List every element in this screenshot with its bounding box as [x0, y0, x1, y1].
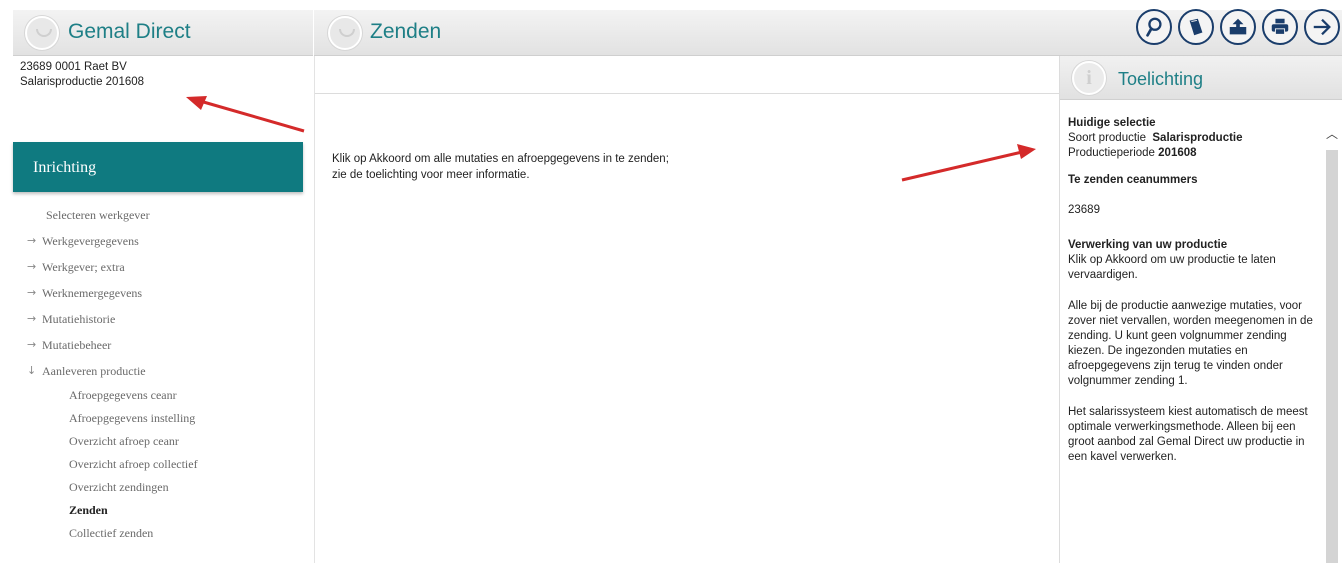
nav-item-label: Werkgevergegevens: [42, 234, 139, 248]
section-header-inrichting[interactable]: Inrichting: [13, 142, 303, 192]
send-block: Te zenden ceanummers 23689: [1068, 173, 1320, 218]
next-button[interactable]: [1304, 9, 1340, 45]
nav-item-label: Mutatiehistorie: [42, 312, 116, 326]
arrow-right-icon: →: [27, 338, 37, 351]
product-type-value: Salarisproductie: [1152, 132, 1243, 144]
info-icon: i: [1072, 61, 1106, 95]
paragraph-3: Het salarissysteem kiest automatisch de …: [1068, 406, 1308, 463]
nav-item-label: Werknemergegevens: [42, 286, 143, 300]
nav-item-mutatiehistorie[interactable]: → Mutatiehistorie: [13, 306, 313, 332]
scrollbar-thumb[interactable]: [1326, 150, 1338, 563]
scroll-up-icon[interactable]: ︿: [1326, 128, 1338, 140]
product-type-label: Soort productie: [1068, 132, 1146, 144]
book-button[interactable]: [1178, 9, 1214, 45]
nav-item-werkgevergegevens[interactable]: → Werkgevergegevens: [13, 228, 313, 254]
page-logo-icon: [328, 16, 362, 50]
processing-text: Klik op Akkoord om uw productie te laten…: [1068, 254, 1276, 281]
upload-icon: [1229, 18, 1247, 35]
app-logo-icon: [25, 16, 59, 50]
print-button[interactable]: [1262, 9, 1298, 45]
period-label: Productieperiode: [1068, 147, 1155, 159]
explanation-scrollbar[interactable]: ︿: [1324, 128, 1340, 563]
company-line: 23689 0001 Raet BV: [20, 61, 127, 73]
company-info: 23689 0001 Raet BV Salarisproductie 2016…: [20, 60, 144, 90]
instruction-text: Klik op Akkoord om alle mutaties en afro…: [332, 151, 669, 183]
book-icon: [1189, 18, 1203, 36]
instruction-line-1: Klik op Akkoord om alle mutaties en afro…: [332, 153, 669, 165]
arrow-right-icon: →: [27, 286, 37, 299]
sub-item-overzicht-afroep-collectief[interactable]: Overzicht afroep collectief: [13, 453, 313, 476]
nav-item-werkgever-extra[interactable]: → Werkgever; extra: [13, 254, 313, 280]
nav-item-label: Selecteren werkgever: [46, 208, 150, 222]
nav-item-label: Werkgever; extra: [42, 260, 125, 274]
left-panel: 23689 0001 Raet BV Salarisproductie 2016…: [13, 56, 313, 563]
main-content: Klik op Akkoord om alle mutaties en afro…: [315, 56, 1059, 563]
nav-item-label: Aanleveren productie: [42, 364, 146, 378]
sub-item-overzicht-zendingen[interactable]: Overzicht zendingen: [13, 476, 313, 499]
nav-item-aanleveren-productie[interactable]: ↓ Aanleveren productie: [13, 358, 313, 384]
nav-item-werknemergegevens[interactable]: → Werknemergegevens: [13, 280, 313, 306]
upload-button[interactable]: [1220, 9, 1256, 45]
nav-item-selecteren-werkgever[interactable]: Selecteren werkgever: [13, 202, 313, 228]
nav-item-label: Mutatiebeheer: [42, 338, 112, 352]
sub-item-zenden[interactable]: Zenden: [13, 499, 313, 522]
arrow-right-icon: →: [27, 260, 37, 273]
content-separator: [315, 93, 1059, 94]
processing-heading: Verwerking van uw productie: [1068, 239, 1228, 251]
app-title: Gemal Direct: [68, 20, 191, 43]
current-selection-heading: Huidige selectie: [1068, 117, 1156, 129]
nav-menu: Selecteren werkgever → Werkgevergegevens…: [13, 202, 313, 545]
arrow-right-icon: →: [27, 234, 37, 247]
arrow-down-icon: ↓: [27, 364, 37, 377]
section-title: Inrichting: [33, 159, 97, 176]
explanation-panel: i Toelichting Huidige selectie Soort pro…: [1059, 56, 1342, 563]
nav-item-mutatiebeheer[interactable]: → Mutatiebeheer: [13, 332, 313, 358]
send-heading: Te zenden ceanummers: [1068, 174, 1198, 186]
sub-item-afroepgegevens-instelling[interactable]: Afroepgegevens instelling: [13, 407, 313, 430]
sub-item-overzicht-afroep-ceanr[interactable]: Overzicht afroep ceanr: [13, 430, 313, 453]
processing-block: Verwerking van uw productie Klik op Akko…: [1068, 238, 1320, 283]
print-icon: [1271, 18, 1289, 35]
arrow-right-icon: →: [27, 312, 37, 325]
explanation-title: Toelichting: [1118, 69, 1204, 89]
toolbar: [1136, 9, 1340, 45]
page-title: Zenden: [370, 20, 442, 43]
instruction-line-2: zie de toelichting voor meer informatie.: [332, 169, 530, 181]
search-button[interactable]: [1136, 9, 1172, 45]
search-icon: [1146, 17, 1162, 37]
app-header: Gemal Direct: [13, 10, 313, 56]
paragraph-2: Alle bij de productie aanwezige mutaties…: [1068, 300, 1313, 387]
explanation-body: Huidige selectie Soort productie Salaris…: [1068, 116, 1320, 473]
production-line: Salarisproductie 201608: [20, 76, 145, 88]
sub-item-afroepgegevens-ceanr[interactable]: Afroepgegevens ceanr: [13, 384, 313, 407]
current-selection-block: Huidige selectie Soort productie Salaris…: [1068, 116, 1320, 161]
explanation-header: i Toelichting: [1060, 56, 1342, 100]
arrow-right-icon: [1313, 18, 1331, 36]
sub-item-collectief-zenden[interactable]: Collectief zenden: [13, 522, 313, 545]
ceanumber: 23689: [1068, 204, 1100, 216]
period-value: 201608: [1158, 147, 1197, 159]
